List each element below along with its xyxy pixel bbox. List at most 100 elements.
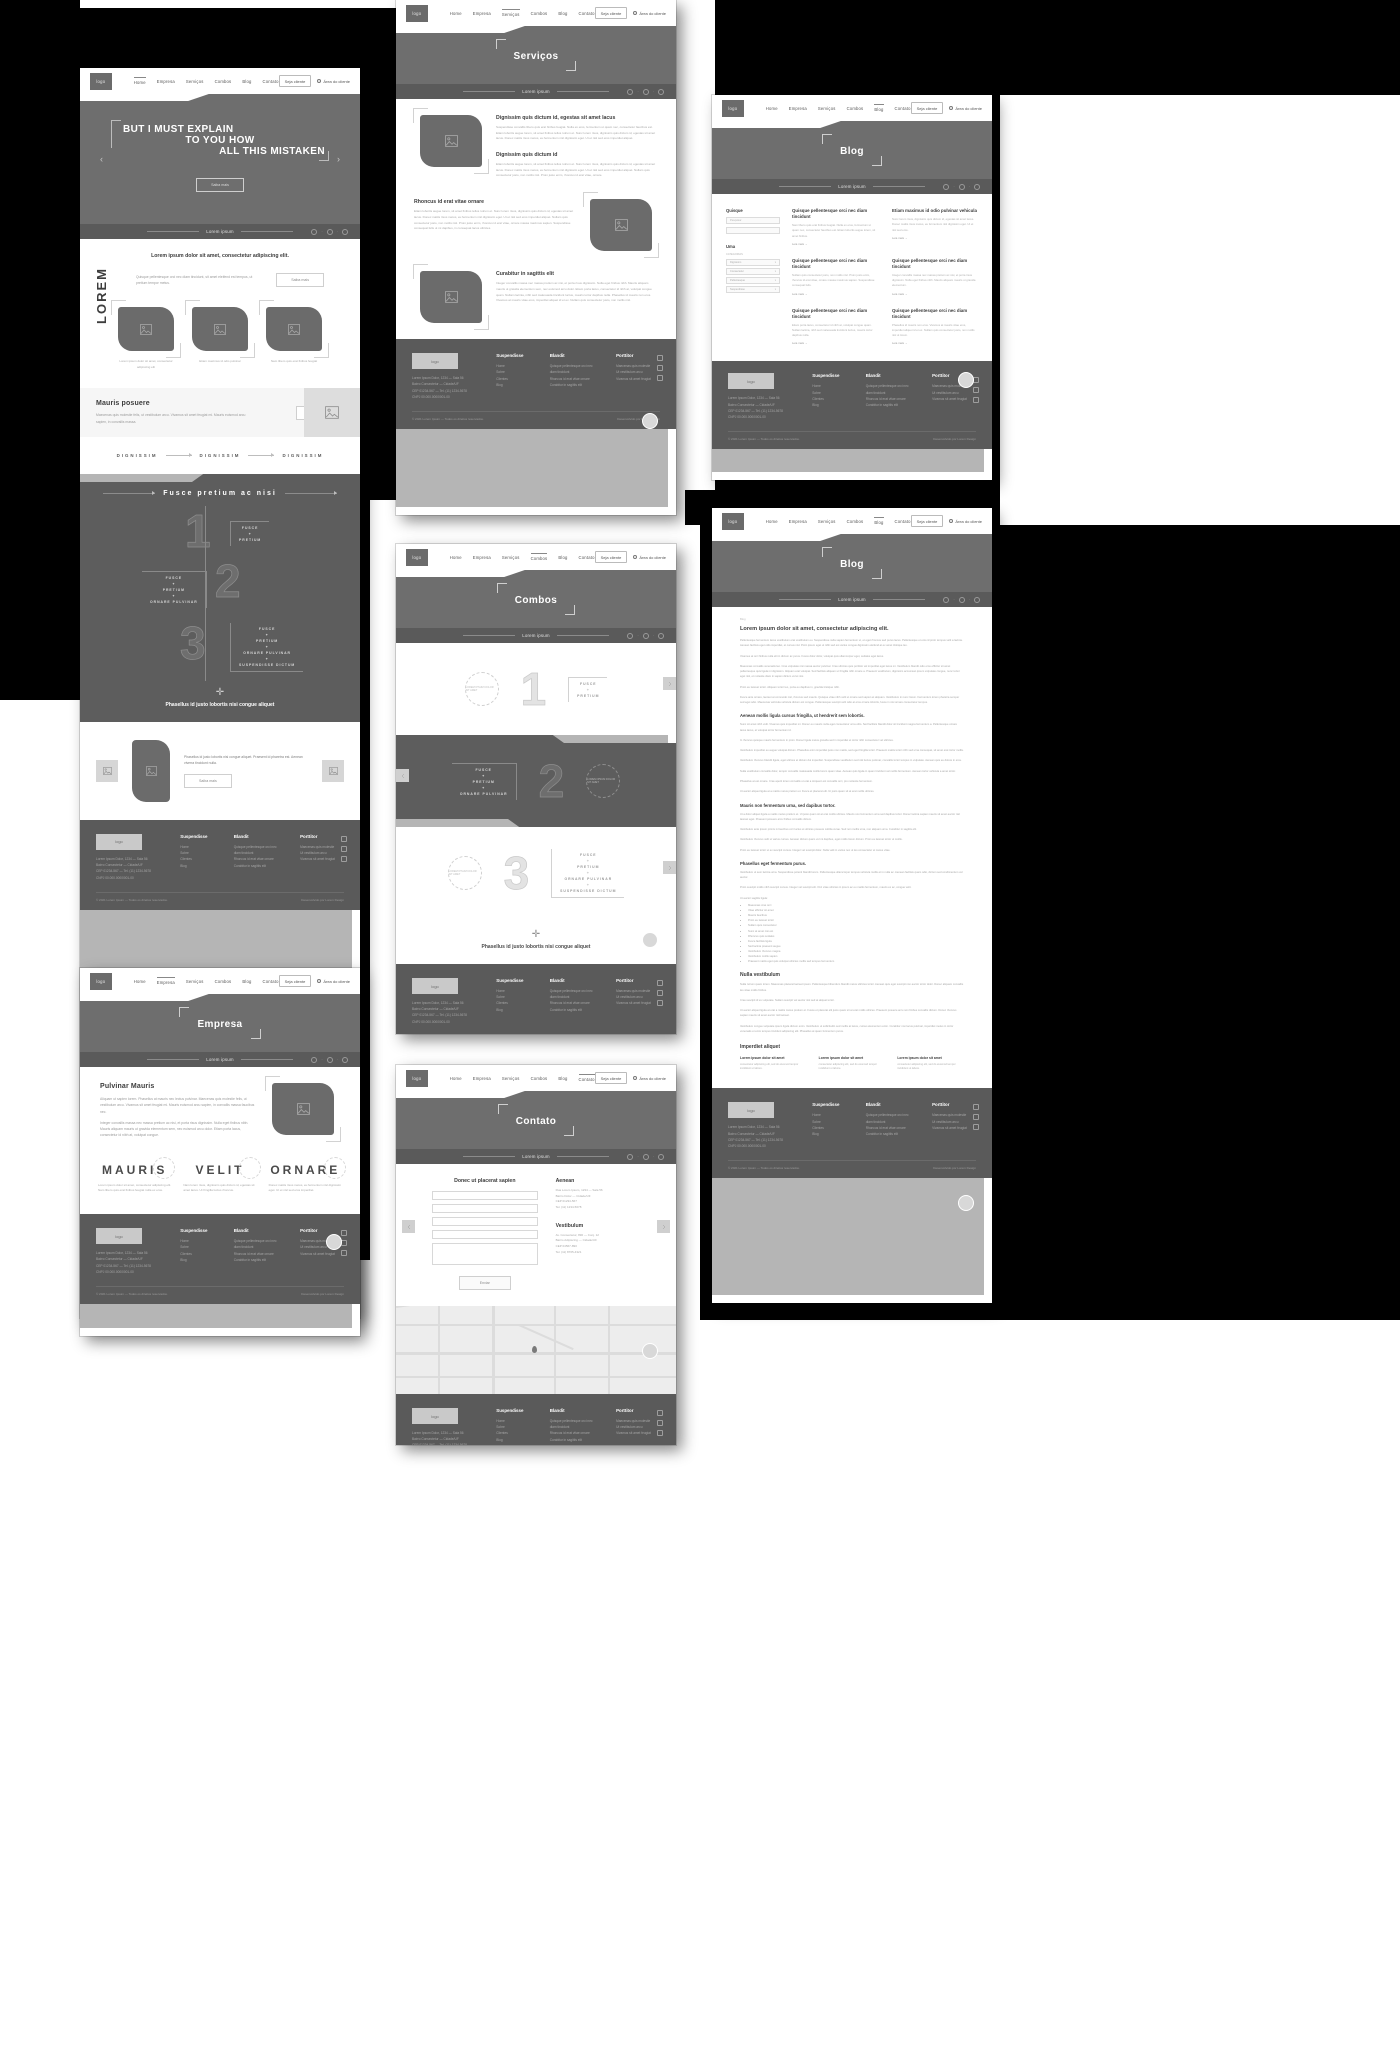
nav-link-servicos[interactable]: Serviços: [501, 9, 520, 17]
blog-post-card[interactable]: Quisque pellentesque orci nec diam tinci…: [792, 208, 878, 246]
input-email[interactable]: [432, 1204, 538, 1213]
hero-prev-arrow[interactable]: ‹: [100, 154, 103, 164]
nav-link-empresa[interactable]: Empresa: [789, 519, 807, 524]
nav-link-contato[interactable]: Contato: [895, 519, 911, 524]
instagram-icon[interactable]: [657, 1410, 663, 1416]
nav-link-blog[interactable]: Blog: [874, 517, 884, 525]
nav-logo[interactable]: logo: [722, 99, 744, 117]
footer-link[interactable]: Curabitur in sagittis elit: [550, 1007, 600, 1013]
footer-link[interactable]: Blog: [496, 1437, 533, 1443]
instagram-icon[interactable]: [657, 980, 663, 986]
nav-link-empresa[interactable]: Empresa: [473, 11, 491, 16]
nav-link-empresa[interactable]: Empresa: [157, 79, 175, 84]
nav-link-home[interactable]: Home: [133, 77, 146, 85]
nav-link-home[interactable]: Home: [450, 11, 462, 16]
nav-link-combos[interactable]: Combos: [531, 11, 548, 16]
post-link[interactable]: Leia mais →: [792, 242, 878, 246]
submit-button[interactable]: Enviar: [458, 1276, 511, 1290]
input-mensagem[interactable]: [432, 1243, 538, 1265]
footer-link[interactable]: Quisque pellentesque orci nec diam tinci…: [550, 988, 600, 1000]
nav-client-area[interactable]: Área do cliente: [633, 1076, 666, 1081]
facebook-icon[interactable]: [958, 183, 965, 190]
nav-link-home[interactable]: Home: [766, 106, 778, 111]
linkedin-icon[interactable]: [657, 375, 663, 382]
footer-link[interactable]: Quisque pellentesque orci nec diam tinci…: [234, 844, 284, 856]
linkedin-icon[interactable]: [658, 632, 664, 639]
filter-option-2[interactable]: Consectetur ▾: [726, 268, 780, 275]
footer-link[interactable]: Curabitur in sagittis elit: [550, 382, 600, 388]
linkedin-icon[interactable]: [658, 88, 664, 95]
nav-link-home[interactable]: Home: [134, 979, 146, 984]
footer-link[interactable]: Blog: [496, 1007, 533, 1013]
facebook-icon[interactable]: [973, 387, 979, 394]
nav-cta-button[interactable]: Seja cliente: [278, 75, 312, 87]
facebook-icon[interactable]: [341, 845, 347, 852]
nav-logo[interactable]: logo: [406, 548, 428, 566]
linkedin-icon[interactable]: [657, 1430, 663, 1436]
nav-link-blog[interactable]: Blog: [874, 104, 884, 112]
footer-link[interactable]: Vivamus sit amet feugiat: [932, 1125, 976, 1131]
linkedin-icon[interactable]: [658, 1153, 664, 1160]
footer-link[interactable]: Curabitur in sagittis elit: [550, 1437, 600, 1443]
footer-link[interactable]: Blog: [812, 1131, 849, 1137]
nav-client-area[interactable]: Área do cliente: [633, 11, 666, 16]
linkedin-icon[interactable]: [973, 1124, 979, 1131]
nav-cta-button[interactable]: Seja cliente: [594, 7, 628, 19]
linkedin-icon[interactable]: [341, 1250, 347, 1257]
nav-link-servicos[interactable]: Serviços: [818, 519, 836, 524]
blog-post-card[interactable]: Quisque pellentesque orci nec diam tinci…: [892, 258, 978, 296]
nav-link-servicos[interactable]: Serviços: [186, 79, 204, 84]
post-link[interactable]: Leia mais →: [792, 292, 878, 296]
blog-search-button[interactable]: [726, 227, 780, 234]
linkedin-icon[interactable]: [973, 397, 979, 404]
footer-link[interactable]: Blog: [496, 382, 533, 388]
nav-logo[interactable]: logo: [722, 512, 744, 530]
nav-link-contato[interactable]: Contato: [263, 79, 279, 84]
nav-cta-button[interactable]: Seja cliente: [910, 102, 944, 114]
instagram-icon[interactable]: [627, 1153, 634, 1160]
facebook-icon[interactable]: [657, 1420, 663, 1426]
footer-link[interactable]: Quisque pellentesque orci nec diam tinci…: [866, 383, 916, 395]
blog-post-card[interactable]: Etiam maximus id odio pulvinar vehicula N…: [892, 208, 978, 246]
scroll-to-top-button[interactable]: [958, 372, 974, 388]
filter-option-3[interactable]: Pellentesque ▾: [726, 277, 780, 284]
nav-link-empresa[interactable]: Empresa: [473, 555, 491, 560]
footer-link[interactable]: Vivamus sit amet feugiat: [616, 1430, 660, 1436]
linkedin-icon[interactable]: [657, 1000, 663, 1006]
scroll-to-top-button[interactable]: [326, 1234, 342, 1250]
contato-arrow-right[interactable]: [657, 1220, 670, 1233]
combo-arrow-right-1[interactable]: [663, 677, 676, 690]
input-nome[interactable]: [432, 1191, 538, 1200]
nav-link-servicos[interactable]: Serviços: [502, 555, 520, 560]
footer-link[interactable]: Curabitur in sagittis elit: [866, 1131, 916, 1137]
footer-link[interactable]: Vivamus sit amet feugiat: [300, 856, 344, 862]
nav-link-combos[interactable]: Combos: [530, 553, 548, 561]
nav-client-area[interactable]: Área do cliente: [949, 519, 982, 524]
linkedin-icon[interactable]: [974, 183, 980, 190]
post-link[interactable]: Leia mais →: [892, 341, 978, 345]
nav-logo[interactable]: logo: [406, 4, 428, 22]
nav-link-blog[interactable]: Blog: [242, 979, 251, 984]
instagram-icon[interactable]: [943, 596, 950, 603]
nav-link-contato[interactable]: Contato: [578, 1074, 595, 1082]
nav-link-servicos[interactable]: Serviços: [502, 1076, 520, 1081]
linkedin-icon[interactable]: [341, 855, 347, 862]
facebook-icon[interactable]: [958, 596, 965, 603]
combo-arrow-right-3[interactable]: [663, 861, 676, 874]
linkedin-icon[interactable]: [974, 596, 980, 603]
facebook-icon[interactable]: [642, 1153, 649, 1160]
nav-link-combos[interactable]: Combos: [215, 979, 232, 984]
nav-client-area[interactable]: Área do cliente: [949, 106, 982, 111]
nav-link-combos[interactable]: Combos: [847, 106, 864, 111]
nav-link-combos[interactable]: Combos: [531, 1076, 548, 1081]
linkedin-icon[interactable]: [342, 228, 348, 235]
cta-button[interactable]: Saiba mais: [184, 774, 232, 789]
facebook-icon[interactable]: [642, 632, 649, 639]
nav-cta-button[interactable]: Seja cliente: [594, 1072, 628, 1084]
facebook-icon[interactable]: [657, 990, 663, 996]
footer-link[interactable]: Vivamus sit amet feugiat: [616, 1000, 660, 1006]
footer-link[interactable]: Quisque pellentesque orci nec diam tinci…: [234, 1238, 284, 1250]
blog-post-card[interactable]: Quisque pellentesque orci nec diam tinci…: [792, 258, 878, 296]
post-link[interactable]: Leia mais →: [792, 341, 878, 345]
footer-link[interactable]: Vivamus sit amet feugiat: [300, 1251, 344, 1257]
